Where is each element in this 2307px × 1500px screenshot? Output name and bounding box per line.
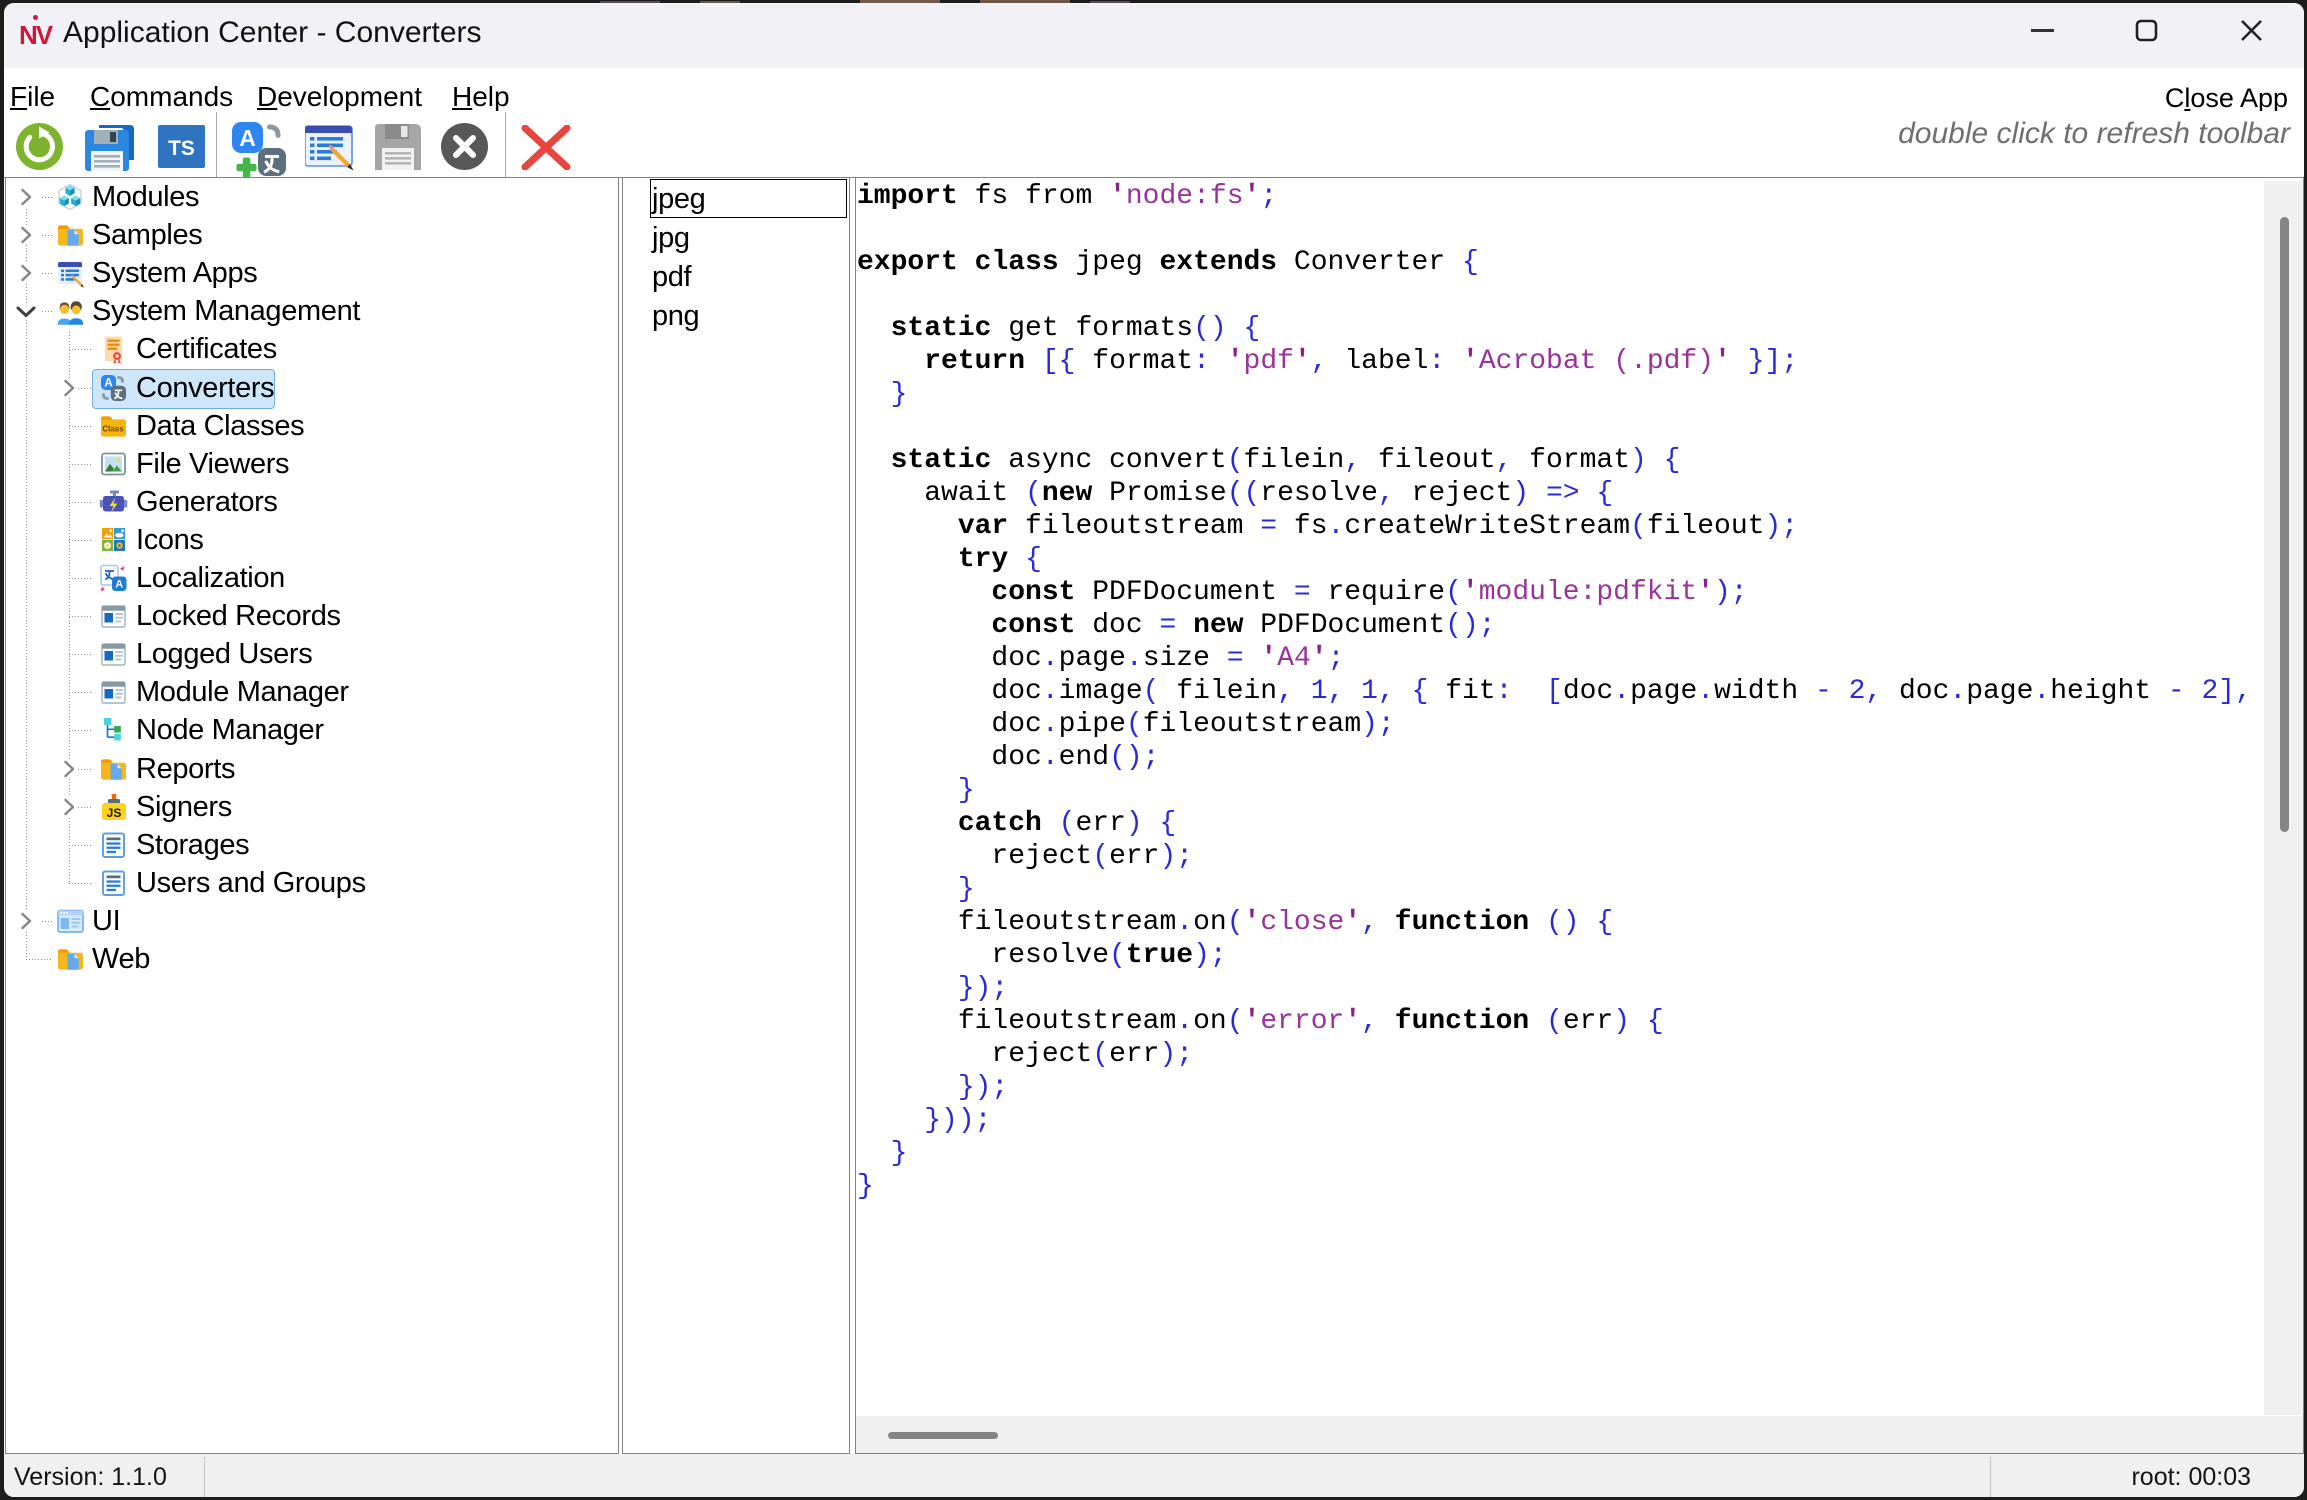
svg-text:A: A <box>104 377 112 389</box>
svg-text:JS: JS <box>107 805 122 819</box>
svg-text:A: A <box>115 579 123 591</box>
svg-text:Class: Class <box>102 424 124 433</box>
svg-text:TS: TS <box>168 137 195 160</box>
svg-text:A: A <box>239 125 256 151</box>
